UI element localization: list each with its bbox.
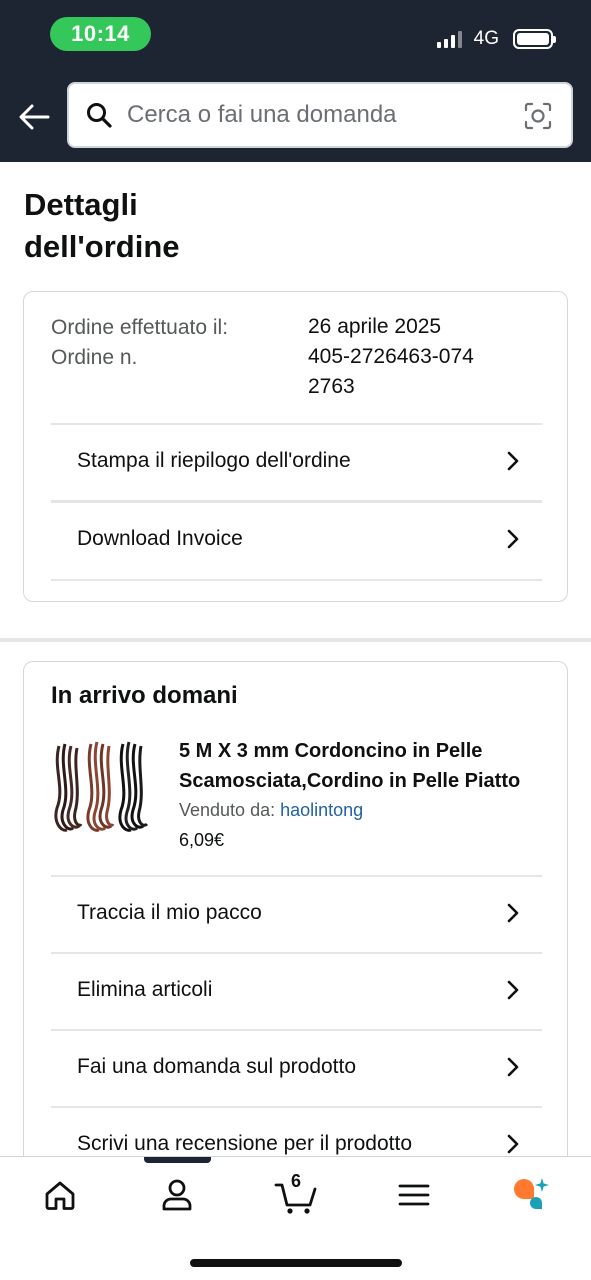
order-date-label: Ordine effettuato il: — [51, 316, 229, 339]
remove-items-label: Elimina articoli — [77, 978, 213, 1001]
delivery-status-heading: In arrivo domani — [51, 682, 238, 709]
order-number-label: Ordine n. — [51, 346, 138, 369]
product-title[interactable]: 5 M X 3 mm Cordoncino in Pelle Scamoscia… — [179, 736, 549, 796]
section-separator — [0, 638, 591, 642]
account-icon[interactable] — [157, 1175, 197, 1215]
shipment-card: In arrivo domani 5 M X 3 mm Cordoncino i… — [23, 661, 568, 1221]
camera-scan-icon[interactable] — [523, 101, 553, 131]
active-tab-indicator — [144, 1157, 211, 1163]
top-header: 10:14 4G — [0, 0, 591, 162]
chevron-right-icon — [507, 903, 519, 923]
network-type: 4G — [473, 28, 499, 49]
download-invoice-label: Download Invoice — [77, 527, 243, 550]
seller-info: Venduto da: haolintong — [179, 800, 363, 821]
sold-by-label: Venduto da: — [179, 800, 276, 820]
search-icon — [87, 103, 112, 128]
write-review-label: Scrivi una recensione per il prodotto — [77, 1132, 413, 1155]
chevron-right-icon — [507, 1057, 519, 1077]
product-price: 6,09€ — [179, 830, 225, 850]
cart-count-badge: 6 — [291, 1171, 302, 1191]
chevron-right-icon — [507, 1134, 519, 1154]
chevron-right-icon — [507, 451, 519, 471]
download-invoice-link[interactable]: Download Invoice — [51, 501, 542, 577]
page-title: Dettagli dell'ordine — [24, 187, 180, 264]
status-indicators: 4G — [436, 26, 556, 52]
order-number-value: 405-2726463-0742763 — [308, 345, 474, 398]
ask-question-label: Fai una domanda sul prodotto — [77, 1055, 357, 1078]
home-icon[interactable] — [40, 1175, 80, 1215]
remove-items-link[interactable]: Elimina articoli — [51, 952, 542, 1028]
home-indicator — [190, 1259, 402, 1267]
search-input[interactable] — [127, 101, 507, 129]
chevron-right-icon — [507, 980, 519, 1000]
order-summary-card: Ordine effettuato il: 26 aprile 2025 Ord… — [23, 291, 568, 602]
back-arrow-icon[interactable] — [14, 96, 54, 136]
search-bar[interactable] — [67, 82, 573, 148]
track-package-label: Traccia il mio pacco — [77, 901, 262, 924]
menu-icon[interactable] — [394, 1175, 434, 1215]
track-package-link[interactable]: Traccia il mio pacco — [51, 875, 542, 951]
battery-icon — [513, 29, 556, 49]
seller-link[interactable]: haolintong — [280, 800, 363, 820]
print-summary-label: Stampa il riepilogo dell'ordine — [77, 449, 351, 472]
print-summary-link[interactable]: Stampa il riepilogo dell'ordine — [51, 423, 542, 499]
divider — [51, 579, 542, 581]
rufus-assistant-icon[interactable] — [510, 1175, 550, 1215]
order-date-value: 26 aprile 2025 — [308, 315, 442, 338]
status-time: 10:14 — [50, 17, 151, 51]
signal-icon — [436, 30, 462, 48]
ask-question-link[interactable]: Fai una domanda sul prodotto — [51, 1029, 542, 1105]
cart-button[interactable]: 6 — [274, 1171, 318, 1215]
product-image[interactable] — [51, 738, 161, 838]
chevron-right-icon — [507, 529, 519, 549]
